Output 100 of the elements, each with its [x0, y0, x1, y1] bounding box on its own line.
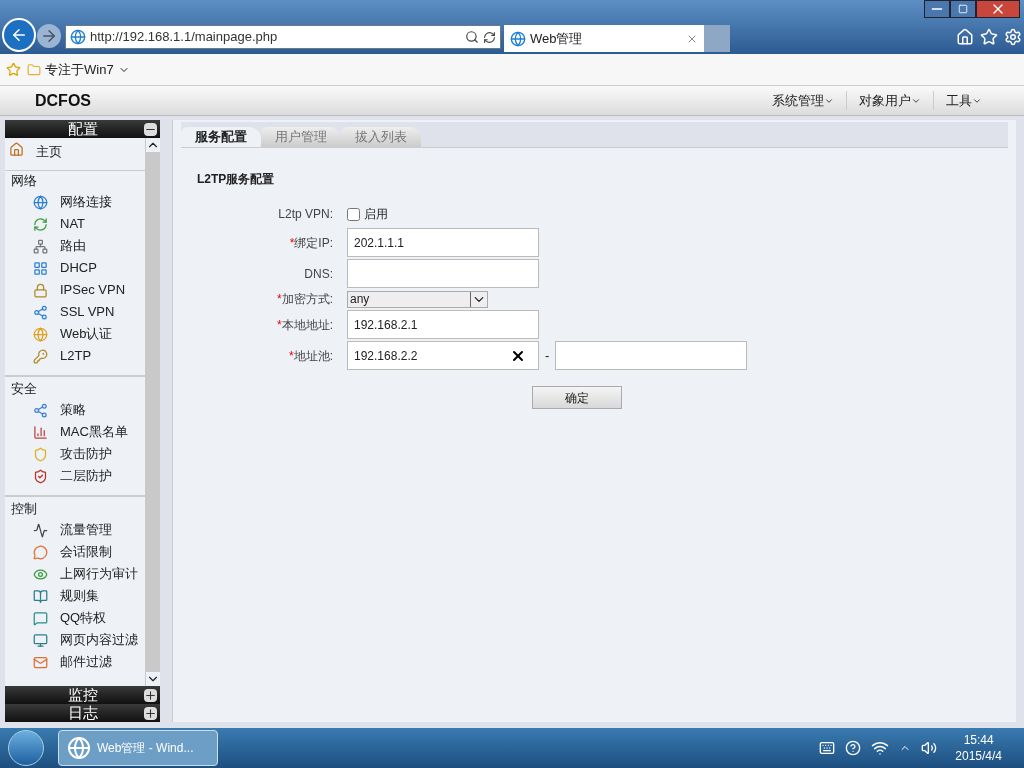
key-icon — [33, 348, 48, 364]
field-label: 加密方式: — [281, 291, 333, 308]
field-label: DNS: — [304, 265, 333, 283]
address-bar[interactable]: http://192.168.1.1/mainpage.php — [65, 25, 501, 49]
sidebar-item[interactable]: 路由 — [5, 235, 145, 257]
sidebar-item[interactable]: 邮件过滤 — [5, 651, 145, 673]
sidebar-item[interactable]: MAC黑名单 — [5, 421, 145, 443]
taskbar-item-title: Web管理 - Wind... — [97, 740, 194, 757]
input-field[interactable]: 192.168.2.1 — [347, 310, 539, 339]
star-icon[interactable] — [6, 62, 21, 77]
browser-logo-icon — [70, 29, 86, 45]
field-label: 地址池: — [293, 347, 333, 365]
group-title: 网络 — [10, 172, 38, 190]
sidebar-item[interactable]: 网络连接 — [5, 191, 145, 213]
back-icon[interactable] — [2, 18, 36, 52]
minimize-icon[interactable] — [924, 0, 950, 18]
scrollbar[interactable] — [145, 138, 160, 686]
network-icon — [33, 402, 48, 418]
required-mark: * — [277, 291, 282, 308]
panel-title: 配置 — [67, 118, 98, 139]
sidebar-item[interactable]: 流量管理 — [5, 519, 145, 541]
menu-item[interactable]: 对象用户 — [846, 90, 933, 111]
browser-tab[interactable]: Web管理 — [504, 25, 704, 52]
speaker-icon[interactable] — [921, 740, 938, 756]
collapse-icon[interactable] — [144, 122, 157, 136]
sidebar-item[interactable]: 上网行为审计 — [5, 563, 145, 585]
checkbox-label: 启用 — [364, 206, 388, 223]
home-icon[interactable] — [956, 28, 974, 46]
sidebar-item[interactable]: 网页内容过滤 — [5, 629, 145, 651]
menu-item[interactable]: 系统管理 — [760, 90, 846, 111]
mail-icon — [33, 654, 48, 670]
browser-logo-icon — [510, 30, 526, 47]
sidebar-item[interactable]: 规则集 — [5, 585, 145, 607]
help-icon[interactable] — [845, 740, 862, 756]
wifi-icon[interactable] — [871, 739, 890, 757]
network-icon — [33, 304, 48, 320]
shield-icon — [33, 446, 48, 462]
panel-header[interactable]: 监控 — [5, 686, 160, 704]
input-field[interactable]: 202.1.1.1 — [347, 228, 539, 257]
panel-title: 日志 — [67, 702, 98, 723]
sidebar-item[interactable]: L2TP — [5, 345, 145, 367]
clock[interactable]: 15:44 2015/4/4 — [955, 732, 1002, 764]
panel-title: 监控 — [67, 684, 98, 705]
confirm-button[interactable]: 确定 — [532, 386, 622, 409]
book-icon — [33, 588, 48, 604]
search-icon[interactable] — [465, 30, 479, 44]
globe-icon — [33, 194, 48, 210]
sidebar-item[interactable]: DHCP — [5, 257, 145, 279]
form-title: L2TP服务配置 — [197, 171, 276, 188]
group-title: 安全 — [10, 380, 38, 398]
sidebar-item[interactable]: 二层防护 — [5, 465, 145, 487]
refresh-icon — [33, 216, 48, 232]
tab[interactable]: 服务配置 — [181, 127, 261, 147]
tab[interactable]: 用户管理 — [261, 127, 341, 147]
settings-icon[interactable] — [1004, 28, 1022, 46]
refresh-icon[interactable] — [483, 30, 496, 44]
range-separator: - — [544, 346, 551, 365]
input-field[interactable] — [347, 259, 539, 288]
group-title: 控制 — [10, 500, 38, 518]
panel-header[interactable]: 日志 — [5, 704, 160, 722]
tab-title: Web管理 — [530, 29, 584, 48]
field-label: L2tp VPN: — [278, 206, 333, 223]
field-label: 本地地址: — [281, 316, 333, 334]
required-mark: * — [277, 316, 282, 334]
sidebar-item[interactable]: QQ特权 — [5, 607, 145, 629]
url-text: http://192.168.1.1/mainpage.php — [90, 28, 279, 47]
sidebar-item[interactable]: SSL VPN — [5, 301, 145, 323]
menu-item[interactable]: 工具 — [933, 90, 994, 111]
sidebar-item[interactable]: 主页 — [5, 138, 145, 170]
expand-icon[interactable] — [144, 706, 157, 720]
select-field[interactable]: any — [347, 290, 488, 308]
sidebar-item[interactable]: IPSec VPN — [5, 279, 145, 301]
scroll-down-icon[interactable] — [145, 672, 160, 686]
sidebar-item[interactable]: 攻击防护 — [5, 443, 145, 465]
lock-icon — [33, 282, 48, 298]
required-mark: * — [289, 347, 294, 365]
expand-icon[interactable] — [144, 688, 157, 702]
input-field[interactable] — [555, 341, 748, 370]
forward-icon[interactable] — [37, 24, 61, 48]
favorite-link[interactable]: 专注于Win7 — [27, 59, 130, 80]
close-icon[interactable] — [976, 0, 1020, 18]
sidebar-item[interactable]: NAT — [5, 213, 145, 235]
scroll-up-icon[interactable] — [145, 138, 160, 152]
maximize-icon[interactable] — [950, 0, 976, 18]
globe-icon — [33, 326, 48, 342]
chat-icon — [33, 610, 48, 626]
home-icon — [9, 142, 24, 157]
input-field[interactable]: 192.168.2.2 — [347, 341, 539, 370]
start-button[interactable] — [8, 730, 44, 766]
logo: DCFOS — [35, 90, 91, 111]
checkbox[interactable] — [347, 207, 360, 221]
sidebar-item[interactable]: 会话限制 — [5, 541, 145, 563]
folder-icon — [27, 62, 41, 77]
keyboard-icon[interactable] — [819, 740, 836, 756]
browser-logo-icon — [67, 736, 91, 760]
panel-header[interactable]: 配置 — [5, 120, 160, 138]
caret-icon — [470, 291, 487, 307]
sidebar-item[interactable]: 策略 — [5, 399, 145, 421]
sidebar-item[interactable]: Web认证 — [5, 323, 145, 345]
eye-icon — [33, 566, 48, 582]
